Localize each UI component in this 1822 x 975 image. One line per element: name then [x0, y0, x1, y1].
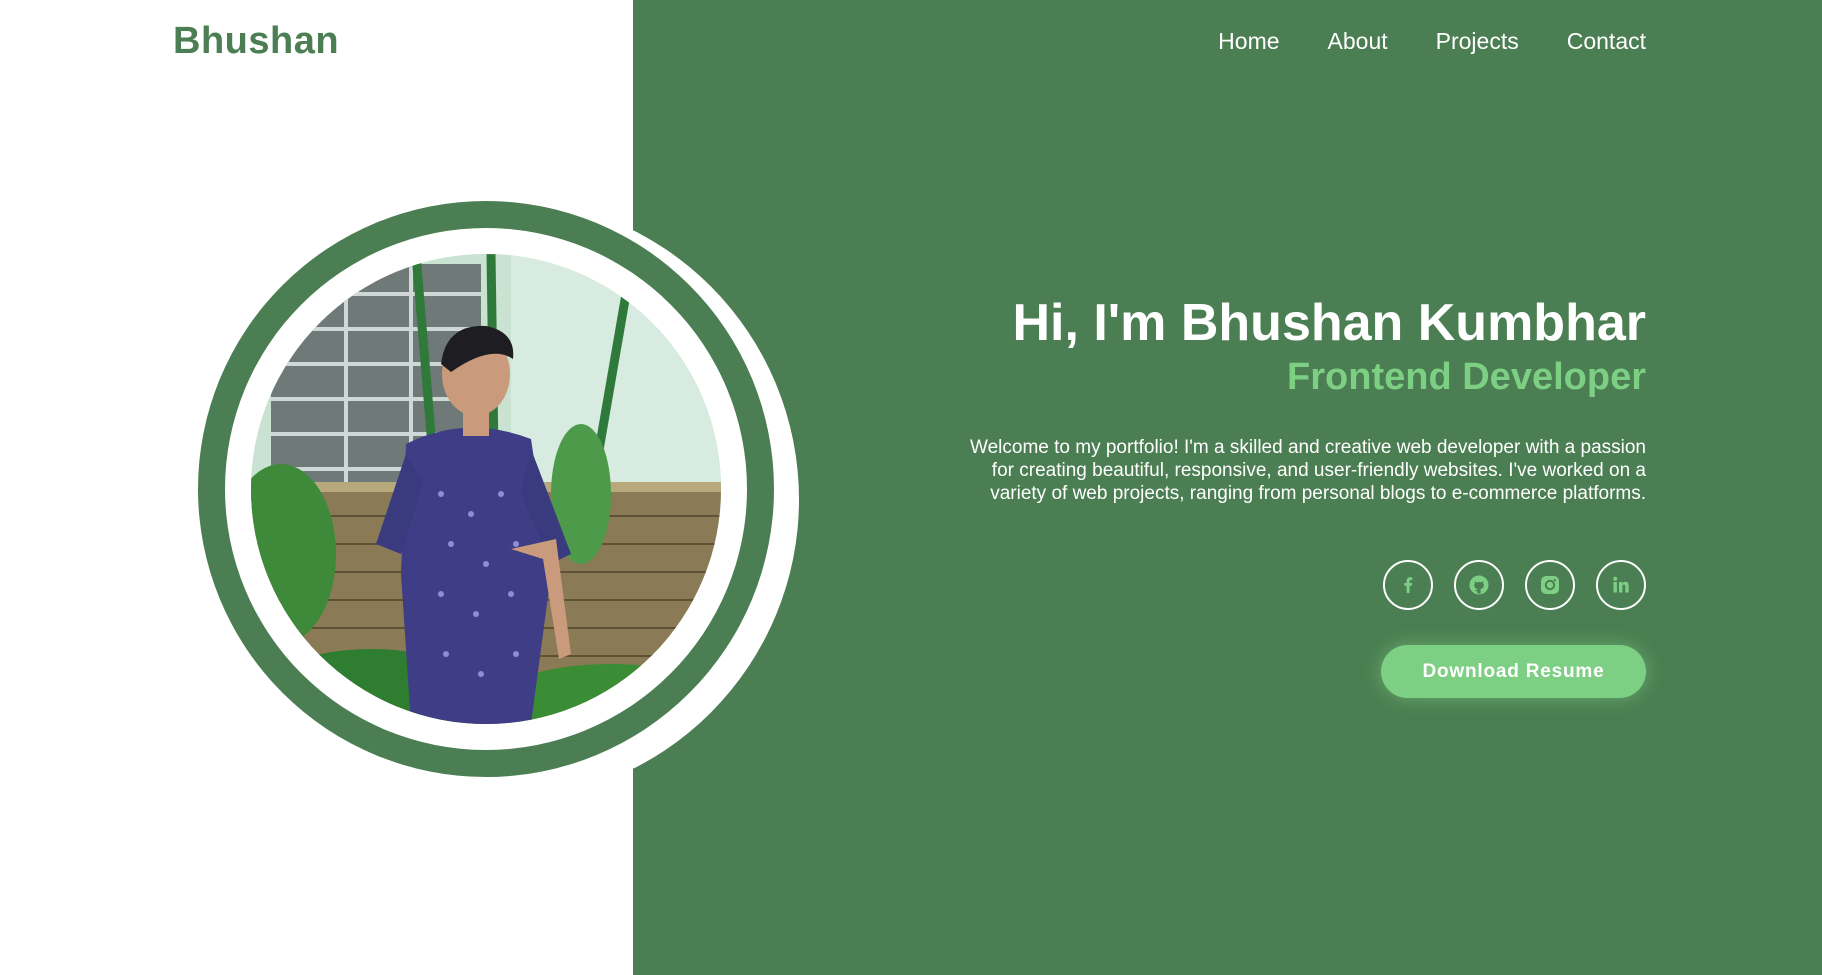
hero-heading: Hi, I'm Bhushan Kumbhar [1012, 294, 1646, 352]
github-icon [1468, 574, 1490, 596]
hero-role: Frontend Developer [1287, 356, 1646, 398]
download-resume-button[interactable]: Download Resume [1381, 645, 1646, 698]
nav-about-link[interactable]: About [1328, 28, 1388, 55]
github-link[interactable] [1454, 560, 1504, 610]
hero-section: Hi, I'm Bhushan Kumbhar Frontend Develop… [886, 292, 1646, 505]
social-links [1383, 560, 1646, 610]
linkedin-icon [1611, 575, 1631, 595]
instagram-icon [1539, 574, 1561, 596]
page: Bhushan Home About Projects Contact Hi, … [0, 0, 1822, 975]
site-logo[interactable]: Bhushan [173, 20, 339, 63]
nav-home-link[interactable]: Home [1218, 28, 1279, 55]
facebook-link[interactable] [1383, 560, 1433, 610]
facebook-icon [1398, 575, 1418, 595]
instagram-link[interactable] [1525, 560, 1575, 610]
hero-intro: Welcome to my portfolio! I'm a skilled a… [970, 437, 1646, 504]
profile-photo [251, 254, 721, 724]
nav-projects-link[interactable]: Projects [1436, 28, 1519, 55]
nav-contact-link[interactable]: Contact [1567, 28, 1646, 55]
linkedin-link[interactable] [1596, 560, 1646, 610]
main-nav: Home About Projects Contact [1218, 28, 1646, 55]
